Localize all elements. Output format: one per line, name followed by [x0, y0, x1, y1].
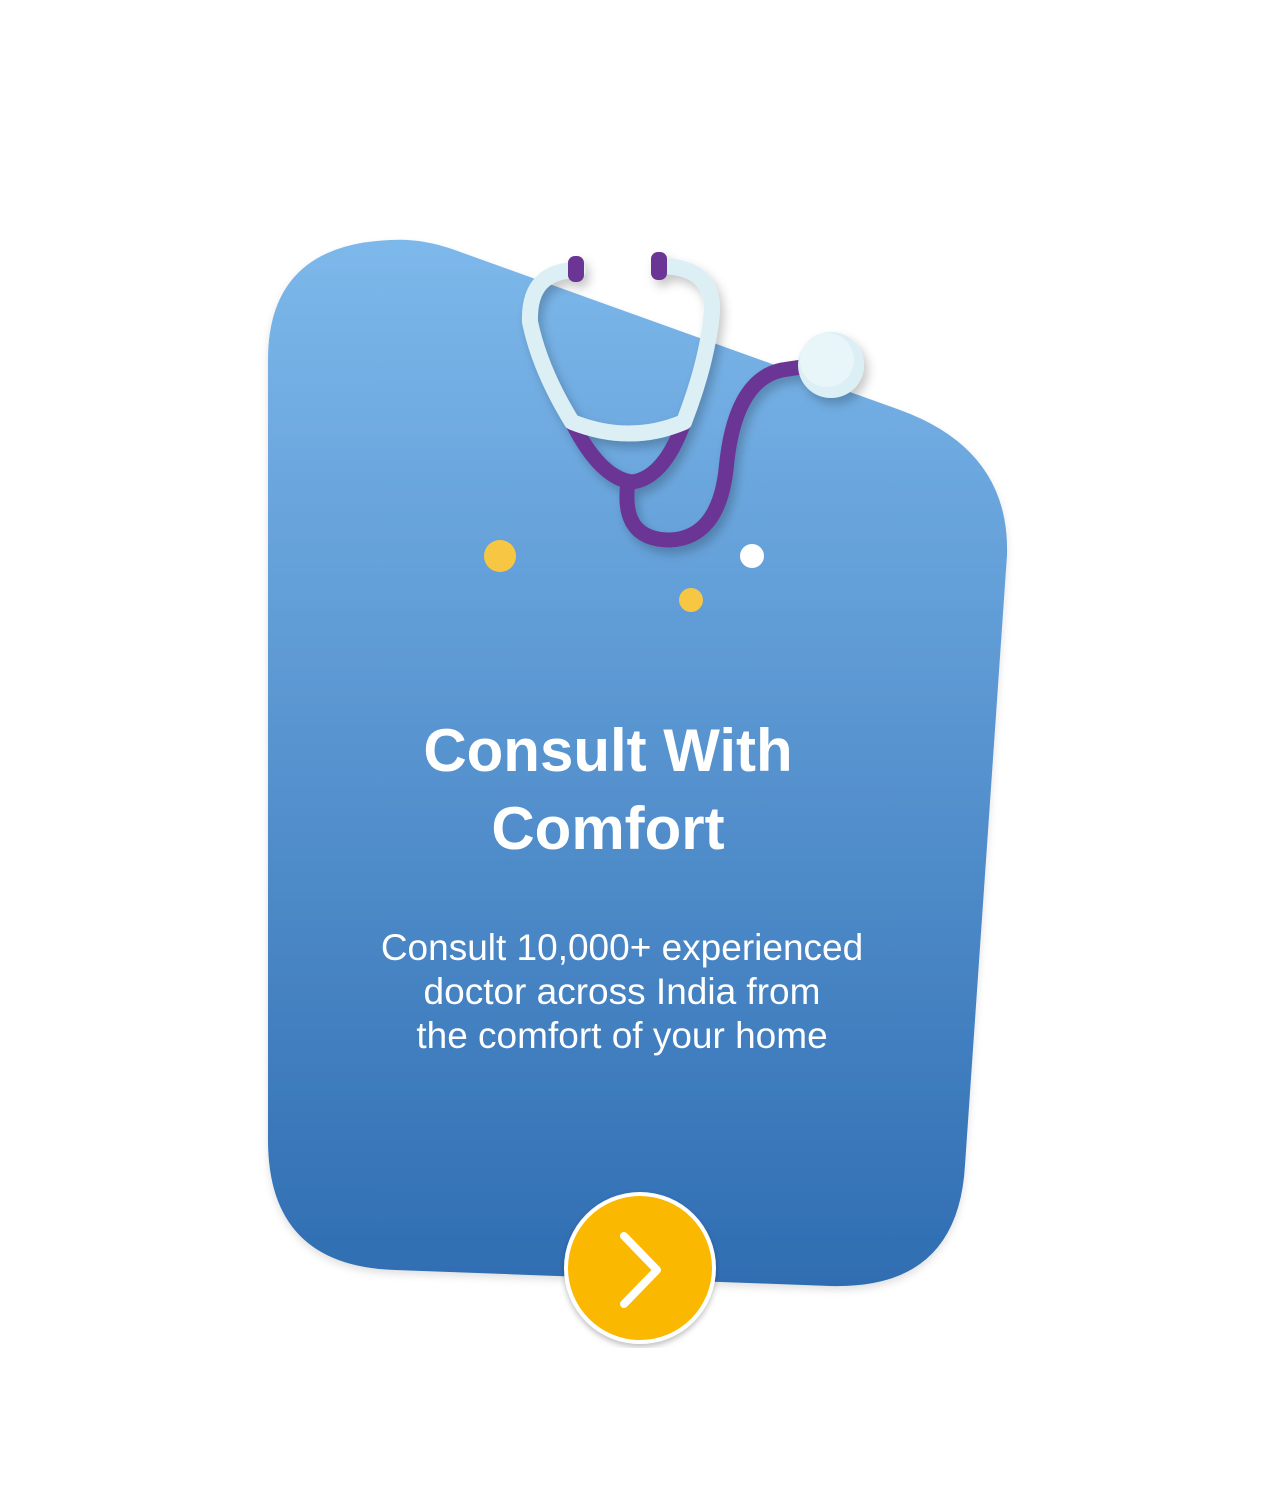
description-line-2: doctor across India from	[423, 971, 821, 1012]
next-button[interactable]	[560, 1188, 720, 1348]
yellow-dot	[679, 588, 703, 612]
description-line-1: Consult 10,000+ experienced	[380, 927, 864, 968]
yellow-dot	[484, 540, 516, 572]
white-dot	[740, 544, 764, 568]
title-line-2: Comfort	[491, 795, 725, 862]
description-text: Consult 10,000+ experienced doctor acros…	[312, 926, 932, 1058]
onboarding-screen: Consult With Comfort Consult 10,000+ exp…	[0, 0, 1280, 1488]
description-line-3: the comfort of your home	[416, 1015, 828, 1056]
page-title: Consult With Comfort	[358, 712, 858, 868]
title-line-1: Consult With	[423, 717, 793, 784]
